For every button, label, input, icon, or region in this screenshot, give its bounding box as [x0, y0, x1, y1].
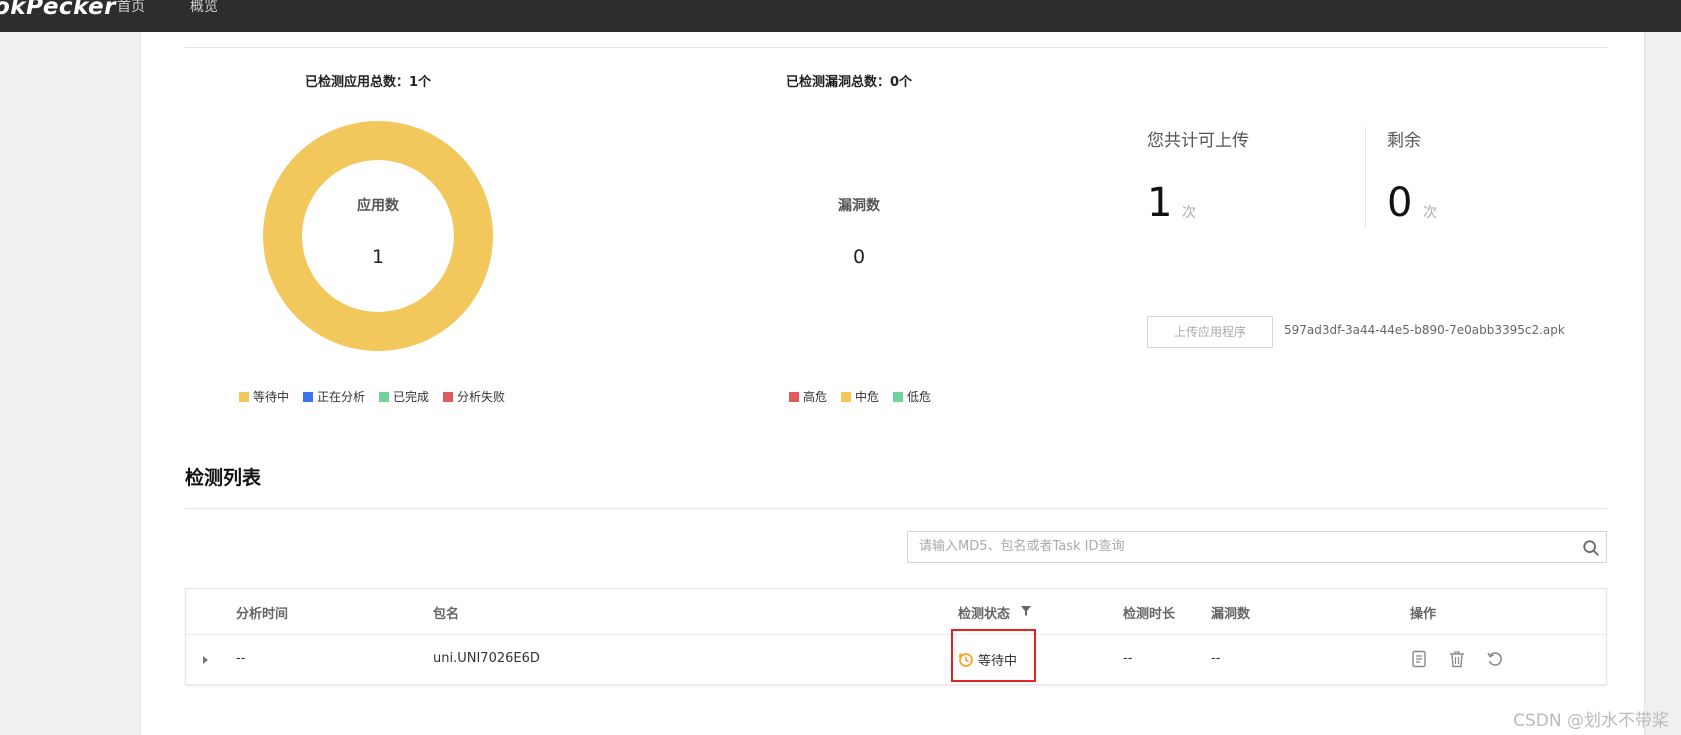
- header-divider: [186, 634, 1606, 635]
- search-input[interactable]: [919, 532, 1569, 560]
- brand-logo[interactable]: okPecker: [0, 0, 116, 20]
- legend-analyzing[interactable]: 正在分析: [303, 388, 365, 405]
- watermark: CSDN @划水不带桨: [1513, 711, 1669, 731]
- report-icon[interactable]: [1410, 650, 1428, 668]
- top-divider: [185, 47, 1607, 48]
- apps-donut-hole: [302, 160, 454, 312]
- vuln-total-title: 已检测漏洞总数：0个: [786, 75, 913, 90]
- quota-remaining-unit: 次: [1423, 205, 1437, 221]
- main-panel: 已检测应用总数：1个 应用数 1 等待中 正在分析 已完成 分析失败 已检测漏洞…: [140, 32, 1645, 735]
- legend-failed[interactable]: 分析失败: [443, 388, 505, 405]
- search-box: [907, 531, 1607, 563]
- row-package-name: uni.UNI7026E6D: [433, 651, 540, 666]
- vuln-legend: 高危 中危 低危: [789, 388, 931, 405]
- retry-icon[interactable]: [1486, 650, 1504, 668]
- uploaded-file-name: 597ad3df-3a44-44e5-b890-7e0abb3395c2.apk: [1284, 323, 1565, 337]
- delete-icon[interactable]: [1448, 650, 1466, 668]
- detection-table: 分析时间 包名 检测状态 检测时长 漏洞数 操作 -- uni.UNI7026E…: [185, 588, 1607, 685]
- upload-app-button[interactable]: 上传应用程序: [1147, 316, 1273, 348]
- detection-list-title: 检测列表: [185, 467, 262, 489]
- vuln-center-label: 漏洞数: [838, 198, 880, 214]
- vuln-center-value: 0: [852, 246, 866, 268]
- col-actions: 操作: [1410, 607, 1437, 622]
- search-icon[interactable]: [1582, 539, 1600, 557]
- col-package-name[interactable]: 包名: [433, 603, 459, 622]
- apps-legend: 等待中 正在分析 已完成 分析失败: [239, 388, 505, 405]
- quota-total-value: 1: [1147, 180, 1173, 226]
- row-analysis-time: --: [236, 651, 246, 666]
- col-vuln-count[interactable]: 漏洞数: [1211, 603, 1250, 622]
- nav-item-home[interactable]: 首页: [117, 0, 145, 16]
- swatch-icon: [303, 391, 314, 402]
- swatch-icon: [841, 391, 852, 402]
- quota-remaining-value: 0: [1387, 180, 1413, 226]
- legend-waiting[interactable]: 等待中: [239, 388, 289, 405]
- apps-center-value: 1: [371, 246, 385, 268]
- row-vuln-count: --: [1211, 651, 1221, 666]
- quota-total-label: 您共计可上传: [1147, 131, 1249, 151]
- apps-donut-chart: [263, 121, 493, 351]
- status-highlight-box: [951, 629, 1036, 682]
- legend-completed[interactable]: 已完成: [379, 388, 429, 405]
- apps-center-label: 应用数: [357, 198, 399, 214]
- swatch-icon: [239, 391, 249, 402]
- expand-row-icon[interactable]: [203, 656, 208, 664]
- col-analysis-time[interactable]: 分析时间: [236, 603, 288, 622]
- filter-icon[interactable]: [1021, 606, 1031, 616]
- quota-total-unit: 次: [1182, 205, 1196, 221]
- legend-medium[interactable]: 中危: [841, 388, 879, 405]
- nav-item-overview[interactable]: 概览: [190, 0, 218, 16]
- top-navbar: okPecker 首页 概览: [0, 0, 1681, 32]
- legend-low[interactable]: 低危: [893, 388, 931, 405]
- col-detect-status[interactable]: 检测状态: [958, 603, 1010, 622]
- list-divider: [185, 508, 1607, 509]
- legend-high[interactable]: 高危: [789, 388, 827, 405]
- row-duration: --: [1123, 651, 1133, 666]
- apps-total-title: 已检测应用总数：1个: [305, 75, 432, 90]
- quota-divider: [1365, 127, 1366, 227]
- swatch-icon: [789, 391, 799, 402]
- col-detect-duration[interactable]: 检测时长: [1123, 603, 1175, 622]
- swatch-icon: [893, 391, 904, 402]
- quota-remaining-label: 剩余: [1387, 131, 1421, 151]
- swatch-icon: [379, 391, 390, 402]
- swatch-icon: [443, 391, 454, 402]
